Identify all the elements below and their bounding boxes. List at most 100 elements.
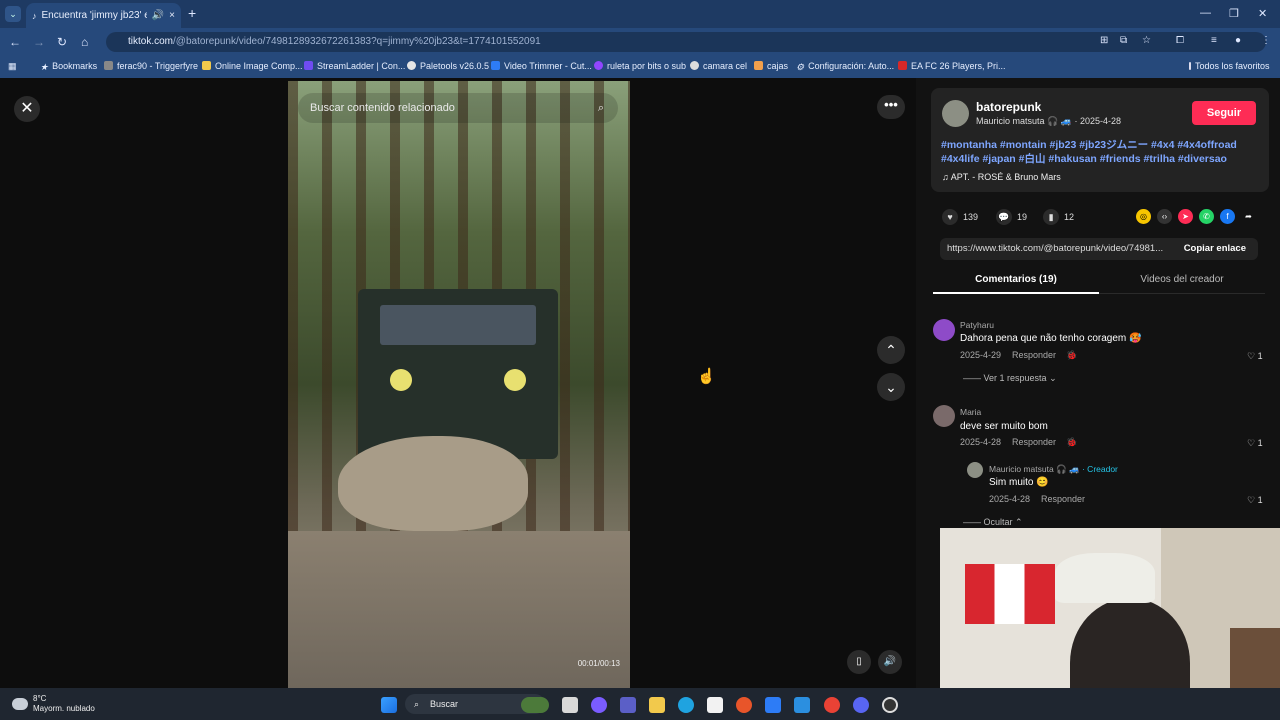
video-player[interactable]: Buscar contenido relacionado ⌕ 00:01/00:… — [288, 81, 630, 688]
minimize-icon[interactable]: — — [1200, 7, 1211, 19]
bookmark-item[interactable]: cajas — [754, 61, 788, 71]
creator-badge: · Creador — [1081, 464, 1118, 474]
maximize-icon[interactable]: ❐ — [1229, 7, 1239, 20]
file-explorer-icon[interactable] — [649, 697, 665, 713]
bookmark-item[interactable]: StreamLadder | Con... — [304, 61, 405, 71]
post-link-field[interactable]: https://www.tiktok.com/@batorepunk/video… — [940, 238, 1258, 260]
username[interactable]: batorepunk — [976, 100, 1041, 114]
task-view-icon[interactable] — [562, 697, 578, 713]
comment-like-button[interactable]: ♡ 1 — [1247, 351, 1263, 362]
mini-player-icon[interactable]: ▯ — [847, 650, 871, 674]
comment-like-button[interactable]: ♡ 1 — [1247, 495, 1263, 506]
browser-tab[interactable]: ♪ Encuentra 'jimmy jb23' en T 🔊 × — [26, 3, 181, 28]
engagement-stats: ♥ 139 💬 19 ▮ 12 — [942, 209, 1074, 225]
bookmark-item[interactable]: ferac90 - Triggerfyre — [104, 61, 198, 71]
previous-video-button[interactable]: ⌃ — [877, 336, 905, 364]
related-search-input[interactable]: Buscar contenido relacionado ⌕ — [298, 93, 618, 123]
tab-comments[interactable]: Comentarios (19) — [933, 274, 1099, 285]
chrome-icon[interactable] — [824, 697, 840, 713]
save-button[interactable]: ▮ 12 — [1043, 209, 1074, 225]
reply-author-line: Mauricio matsuta 🎧 🚙 · Creador — [989, 464, 1118, 474]
whatsapp-icon[interactable]: ✆ — [1199, 209, 1214, 224]
all-bookmarks-folder[interactable]: Todos los favoritos — [1189, 61, 1270, 71]
forward-icon[interactable]: → — [33, 35, 45, 49]
weather-widget[interactable]: 8°C Mayorm. nublado — [33, 694, 95, 714]
tab-creator-videos[interactable]: Videos del creador — [1099, 274, 1265, 285]
hide-replies-button[interactable]: —— Ocultar ⌃ — [963, 517, 1023, 528]
coin-icon[interactable]: ◎ — [1136, 209, 1151, 224]
copilot-icon[interactable] — [591, 697, 607, 713]
more-options-button[interactable]: ••• — [877, 95, 905, 119]
comment-author[interactable]: Maria — [960, 407, 981, 417]
tab-title: Encuentra 'jimmy jb23' en T — [41, 10, 147, 21]
bookmark-item[interactable]: Video Trimmer - Cut... — [491, 61, 592, 71]
app-icon[interactable] — [794, 697, 810, 713]
media-icon[interactable]: ≡ — [1211, 35, 1217, 46]
view-replies-button[interactable]: —— Ver 1 respuesta ⌄ — [963, 373, 1057, 384]
install-icon[interactable]: ⧉ — [1120, 35, 1127, 46]
back-icon[interactable]: ← — [9, 35, 21, 49]
comment-date: 2025-4-28 — [989, 494, 1031, 504]
comment-author[interactable]: Patyharu — [960, 320, 994, 330]
comment-button[interactable]: 💬 19 — [996, 209, 1027, 225]
heart-icon: ♥ — [942, 209, 958, 225]
avatar[interactable] — [967, 462, 983, 478]
bookmark-item[interactable]: ★ Bookmarks — [40, 61, 97, 72]
music-info[interactable]: ♫ APT. - ROSÉ & Bruno Mars — [942, 172, 1061, 182]
reply-button[interactable]: Responder — [1041, 494, 1085, 504]
apps-icon[interactable]: ▦ — [8, 61, 17, 72]
comment-like-button[interactable]: ♡ 1 — [1247, 438, 1263, 449]
new-tab-button[interactable]: + — [188, 5, 196, 21]
tab-list-icon[interactable]: ⌄ — [5, 6, 21, 22]
extensions-icon[interactable]: ⧠ — [1176, 35, 1184, 46]
bookmark-star-icon[interactable]: ☆ — [1142, 35, 1151, 46]
hashtags[interactable]: #montanha #montain #jb23 #jb23ジムニー #4x4 … — [941, 138, 1261, 166]
bookmark-item[interactable]: ⚙ Configuración: Auto... — [796, 61, 894, 72]
reply-button[interactable]: Responder — [1012, 350, 1056, 360]
tab-close-icon[interactable]: × — [169, 10, 175, 21]
address-bar[interactable]: tiktok.com/@batorepunk/video/74981289326… — [106, 32, 1266, 52]
avatar[interactable] — [933, 319, 955, 341]
volume-icon[interactable]: 🔊 — [878, 650, 902, 674]
profile-icon[interactable]: ● — [1235, 35, 1241, 46]
search-icon[interactable]: ⌕ — [598, 93, 604, 123]
display-name: Mauricio matsuta — [976, 116, 1045, 126]
like-button[interactable]: ♥ 139 — [942, 209, 978, 225]
discord-icon[interactable] — [853, 697, 869, 713]
video-timecode: 00:01/00:13 — [577, 659, 620, 668]
avatar[interactable] — [933, 405, 955, 427]
widgets-icon[interactable] — [521, 697, 549, 713]
edge-icon[interactable] — [678, 697, 694, 713]
avatar[interactable] — [942, 100, 969, 127]
bookmark-item[interactable]: camara cel — [690, 61, 747, 71]
windows-start-icon[interactable] — [381, 697, 397, 713]
bucket-hat — [1055, 553, 1155, 603]
mail-icon[interactable] — [765, 697, 781, 713]
menu-icon[interactable]: ⋮ — [1261, 35, 1271, 46]
reply-button[interactable]: Responder — [1012, 437, 1056, 447]
reload-icon[interactable]: ↻ — [57, 35, 67, 49]
bookmark-item[interactable]: EA FC 26 Players, Pri... — [898, 61, 1006, 71]
next-video-button[interactable]: ⌄ — [877, 373, 905, 401]
teams-icon[interactable] — [620, 697, 636, 713]
store-icon[interactable] — [707, 697, 723, 713]
home-icon[interactable]: ⌂ — [81, 35, 88, 49]
audio-icon[interactable]: 🔊 — [152, 10, 164, 21]
send-icon[interactable]: ➤ — [1178, 209, 1193, 224]
bookmarks-bar: ▦ ★ Bookmarks ferac90 - Triggerfyre Onlin… — [0, 56, 1280, 78]
copy-link-button[interactable]: Copiar enlace — [1184, 238, 1246, 260]
bookmark-item[interactable]: Online Image Comp... — [202, 61, 303, 71]
bookmark-item[interactable]: Paletools v26.0.5 — [407, 61, 489, 71]
follow-button[interactable]: Seguir — [1192, 101, 1256, 125]
bookmark-icon: ▮ — [1043, 209, 1060, 225]
close-viewer-button[interactable]: ✕ — [14, 96, 40, 122]
facebook-icon[interactable]: f — [1220, 209, 1235, 224]
window-close-icon[interactable]: ✕ — [1258, 7, 1267, 20]
translate-icon[interactable]: ⊞ — [1100, 35, 1108, 46]
embed-icon[interactable]: ‹› — [1157, 209, 1172, 224]
post-date: · 2025-4-28 — [1074, 116, 1122, 126]
bookmark-item[interactable]: ruleta por bits o sub — [594, 61, 686, 71]
obs-icon[interactable] — [882, 697, 898, 713]
app-icon[interactable] — [736, 697, 752, 713]
share-icon[interactable]: ➦ — [1241, 209, 1256, 224]
